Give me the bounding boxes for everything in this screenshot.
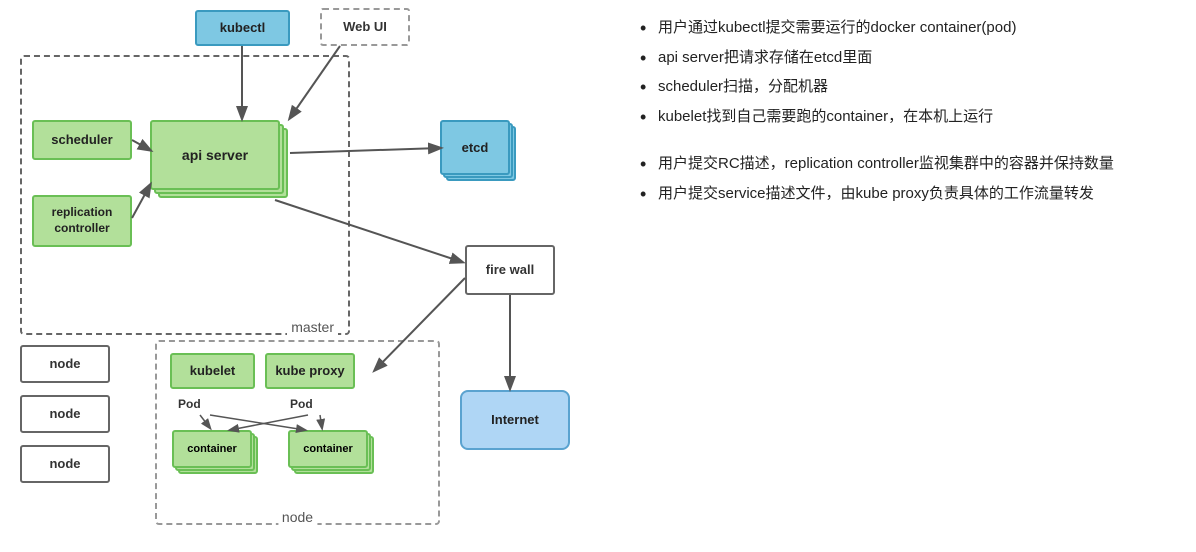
bullet-item-3: scheduler扫描，分配机器 (640, 74, 1176, 100)
gap-spacer (640, 133, 1176, 151)
bullet-item-4: kubelet找到自己需要跑的container，在本机上运行 (640, 104, 1176, 130)
node1-box: node (20, 345, 110, 383)
diagram-area: master node kubectl Web UI api server (0, 0, 630, 552)
bullet-list-2: 用户提交RC描述，replication controller监视集群中的容器并… (640, 151, 1176, 206)
replication-controller-box: replicationcontroller (32, 195, 132, 247)
kubelet-box: kubelet (170, 353, 255, 389)
bullet-item-5: 用户提交RC描述，replication controller监视集群中的容器并… (640, 151, 1176, 177)
cs1-main: container (172, 430, 252, 468)
bullet-item-1: 用户通过kubectl提交需要运行的docker container(pod) (640, 15, 1176, 41)
node3-box: node (20, 445, 110, 483)
master-label: master (287, 319, 338, 335)
internet-box: Internet (460, 390, 570, 450)
webui-box: Web UI (320, 8, 410, 46)
pod-label-1: Pod (178, 397, 201, 411)
firewall-box: fire wall (465, 245, 555, 295)
api-server-main: api server (150, 120, 280, 190)
diagram-section: master node kubectl Web UI api server (0, 0, 630, 552)
bullet-list: 用户通过kubectl提交需要运行的docker container(pod) … (640, 15, 1176, 129)
cs2-main: container (288, 430, 368, 468)
pod-label-2: Pod (290, 397, 313, 411)
node2-box: node (20, 395, 110, 433)
text-section: 用户通过kubectl提交需要运行的docker container(pod) … (630, 0, 1196, 552)
scheduler-box: scheduler (32, 120, 132, 160)
kubectl-box: kubectl (195, 10, 290, 46)
bullet-item-6: 用户提交service描述文件，由kube proxy负责具体的工作流量转发 (640, 181, 1176, 207)
bullet-item-2: api server把请求存储在etcd里面 (640, 45, 1176, 71)
etcd-main: etcd (440, 120, 510, 175)
node-area-label: node (278, 509, 317, 525)
kubeproxy-box: kube proxy (265, 353, 355, 389)
